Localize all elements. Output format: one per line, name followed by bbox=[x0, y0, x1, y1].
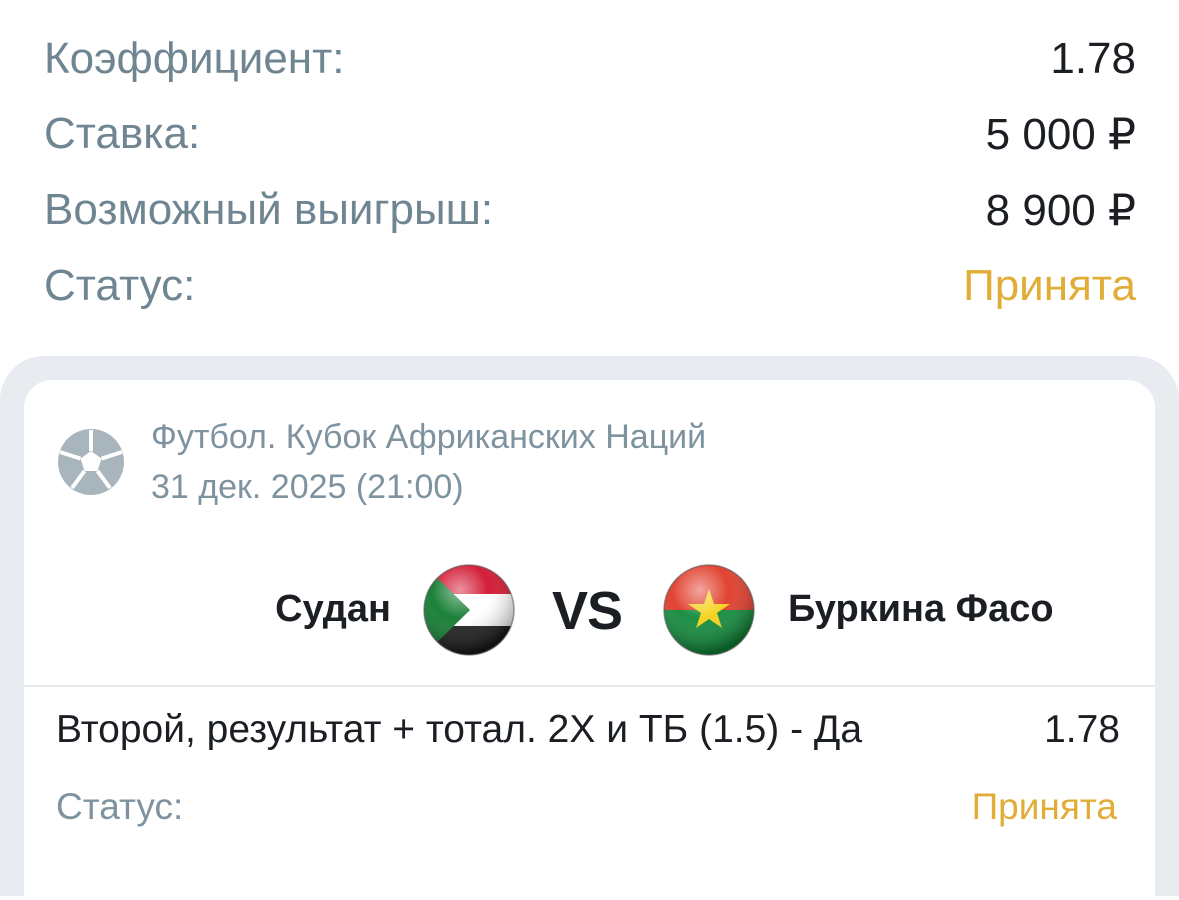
event-date: 31 дек. 2025 (21:00) bbox=[151, 468, 464, 506]
bet-status-value: Принята bbox=[971, 786, 1117, 827]
bet-description: Второй, результат + тотал. 2Х и ТБ (1.5)… bbox=[56, 708, 863, 751]
status-row: Статус: Принята bbox=[44, 258, 1136, 314]
divider bbox=[24, 685, 1155, 687]
status-label: Статус: bbox=[44, 261, 196, 310]
event-card[interactable]: Футбол. Кубок Африканских Наций 31 дек. … bbox=[24, 380, 1155, 900]
coefficient-label: Коэффициент: bbox=[44, 34, 345, 83]
winnings-row: Возможный выигрыш: 8 900 ₽ bbox=[44, 182, 1136, 238]
coefficient-value: 1.78 bbox=[1050, 34, 1136, 83]
stake-value: 5 000 ₽ bbox=[985, 109, 1136, 159]
burkina-faso-flag-icon bbox=[662, 563, 756, 657]
coefficient-row: Коэффициент: 1.78 bbox=[44, 31, 1136, 87]
bet-summary: Коэффициент: 1.78 Ставка: 5 000 ₽ Возмож… bbox=[0, 0, 1179, 340]
versus-label: VS bbox=[552, 581, 623, 641]
winnings-label: Возможный выигрыш: bbox=[44, 185, 494, 234]
winnings-value: 8 900 ₽ bbox=[985, 185, 1136, 235]
event-title: Футбол. Кубок Африканских Наций bbox=[151, 418, 707, 456]
team-away-name: Буркина Фасо bbox=[788, 588, 1054, 630]
stake-row: Ставка: 5 000 ₽ bbox=[44, 106, 1136, 162]
soccer-ball-icon bbox=[56, 427, 126, 497]
bet-odds: 1.78 bbox=[1044, 708, 1120, 751]
stake-label: Ставка: bbox=[44, 109, 201, 158]
status-value: Принята bbox=[963, 261, 1136, 310]
bet-status-label: Статус: bbox=[56, 786, 184, 827]
event-card-container: Футбол. Кубок Африканских Наций 31 дек. … bbox=[0, 356, 1179, 900]
sudan-flag-icon bbox=[422, 563, 516, 657]
team-home-name: Судан bbox=[275, 588, 391, 630]
